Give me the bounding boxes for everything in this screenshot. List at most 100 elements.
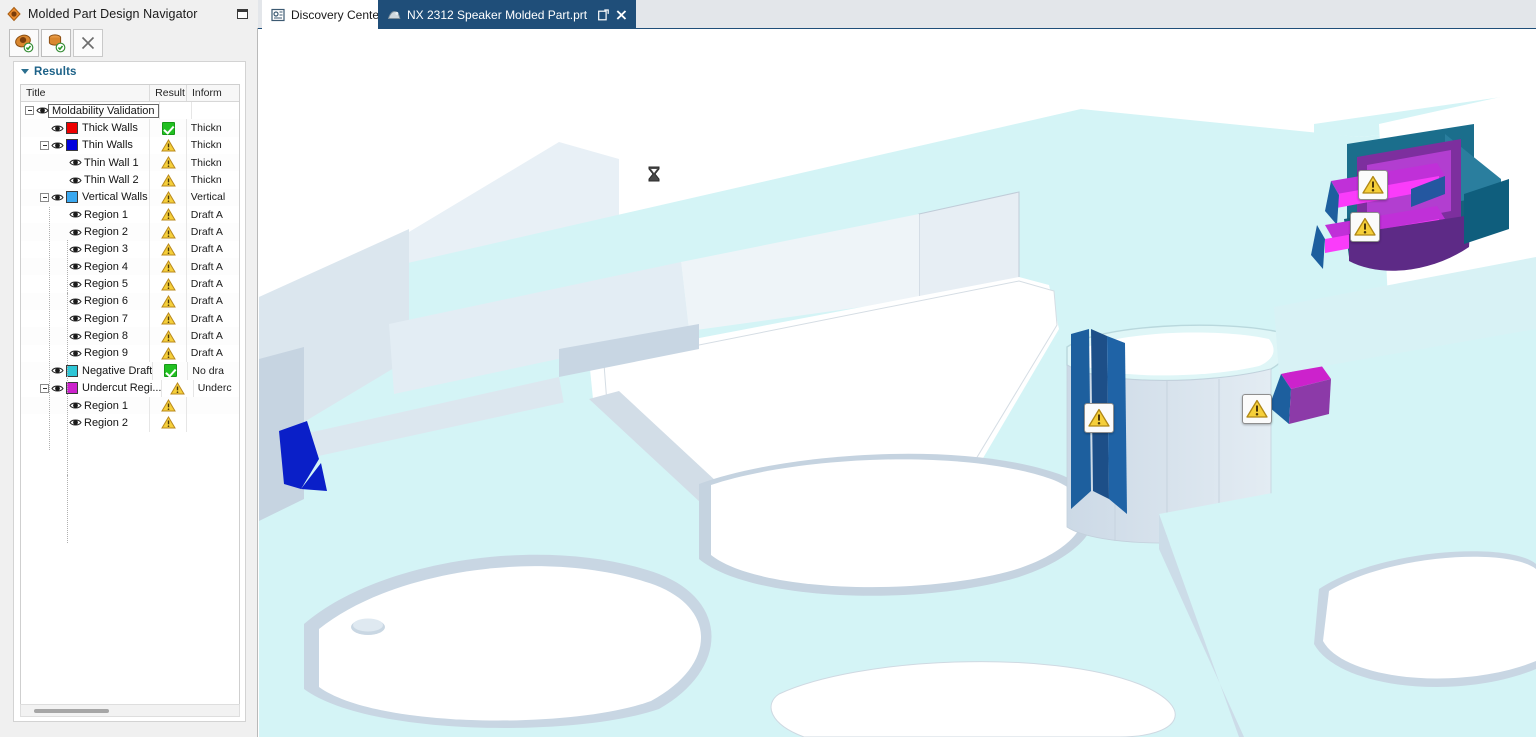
- tab-label: Discovery Center: [291, 8, 383, 22]
- table-row[interactable]: Region 1: [21, 397, 239, 414]
- tree-node-label: Region 2: [84, 226, 128, 238]
- tree-node-title-cell[interactable]: Region 2: [21, 223, 150, 240]
- visibility-eye-icon[interactable]: [69, 174, 82, 187]
- tree-node-title-cell[interactable]: Region 6: [21, 293, 150, 310]
- tree-node-title-cell[interactable]: Region 1: [21, 397, 150, 414]
- tree-node-title-cell[interactable]: Thin Wall 1: [21, 154, 150, 171]
- detach-window-icon[interactable]: [598, 9, 609, 21]
- warning-triangle-icon: [161, 278, 176, 291]
- visibility-eye-icon[interactable]: [69, 243, 82, 256]
- warning-triangle-icon: [161, 312, 176, 325]
- tree-node-title-cell[interactable]: Moldability Validation: [21, 102, 160, 119]
- visibility-eye-icon[interactable]: [51, 122, 64, 135]
- table-row[interactable]: Region 7Draft A: [21, 310, 239, 327]
- table-row[interactable]: Region 6Draft A: [21, 293, 239, 310]
- tree-collapse-icon[interactable]: [40, 193, 49, 202]
- tree-node-title-cell[interactable]: Negative Draft: [21, 362, 153, 379]
- information-cell: Draft A: [187, 258, 239, 275]
- table-row[interactable]: Region 2Draft A: [21, 223, 239, 240]
- tree-node-title-cell[interactable]: Vertical Walls: [21, 189, 150, 206]
- validate-molded-part-button[interactable]: [9, 29, 39, 57]
- tree-node-title-cell[interactable]: Thin Walls: [21, 137, 150, 154]
- results-tree[interactable]: Title Result Inform Moldability Validati…: [20, 84, 240, 715]
- table-row[interactable]: Vertical WallsVertical: [21, 189, 239, 206]
- visibility-eye-icon[interactable]: [51, 139, 64, 152]
- tree-node-title-cell[interactable]: Region 4: [21, 258, 150, 275]
- results-section-header[interactable]: Results: [14, 62, 245, 81]
- table-row[interactable]: Thin Wall 1Thickn: [21, 154, 239, 171]
- visibility-eye-icon[interactable]: [69, 278, 82, 291]
- table-row[interactable]: Thick WallsThickn: [21, 119, 239, 136]
- tree-node-title-cell[interactable]: Region 7: [21, 310, 150, 327]
- warning-marker-undercut-3[interactable]: [1242, 394, 1272, 424]
- warning-triangle-icon: [161, 226, 176, 239]
- 3d-graphics-window[interactable]: [259, 29, 1536, 737]
- tree-collapse-icon[interactable]: [25, 106, 34, 115]
- table-row[interactable]: Region 5Draft A: [21, 275, 239, 292]
- information-cell: [187, 414, 239, 431]
- chevron-down-icon[interactable]: [21, 69, 29, 74]
- validate-mold-core-button[interactable]: [41, 29, 71, 57]
- close-results-button[interactable]: [73, 29, 103, 57]
- close-tab-icon[interactable]: [616, 9, 627, 21]
- tree-node-label: Negative Draft: [82, 365, 152, 377]
- color-swatch[interactable]: [66, 139, 78, 151]
- table-row[interactable]: Region 4 Draft A: [21, 258, 239, 275]
- tree-collapse-icon[interactable]: [40, 384, 49, 393]
- visibility-eye-icon[interactable]: [69, 295, 82, 308]
- molded-part-3d-model: [259, 29, 1536, 737]
- table-row[interactable]: Thin WallsThickn: [21, 137, 239, 154]
- table-row[interactable]: Region 9Draft A: [21, 345, 239, 362]
- tree-collapse-icon[interactable]: [40, 141, 49, 150]
- result-status-cell: [153, 362, 188, 379]
- tree-node-title-cell[interactable]: Thick Walls: [21, 119, 150, 136]
- warning-triangle-icon: [161, 295, 176, 308]
- visibility-eye-icon[interactable]: [69, 416, 82, 429]
- visibility-eye-icon[interactable]: [69, 330, 82, 343]
- color-swatch[interactable]: [66, 122, 78, 134]
- visibility-eye-icon[interactable]: [69, 156, 82, 169]
- warning-triangle-icon: [161, 156, 176, 169]
- visibility-eye-icon[interactable]: [36, 104, 49, 117]
- tree-node-title-cell[interactable]: Undercut Regi...: [21, 380, 162, 397]
- tab-discovery-center[interactable]: Discovery Center: [262, 0, 392, 29]
- visibility-eye-icon[interactable]: [69, 347, 82, 360]
- color-swatch[interactable]: [66, 191, 78, 203]
- horizontal-scrollbar[interactable]: [20, 704, 240, 717]
- table-row[interactable]: Moldability Validation: [21, 102, 239, 119]
- table-row[interactable]: Undercut Regi...Underc: [21, 380, 239, 397]
- tree-node-title-cell[interactable]: Thin Wall 2: [21, 171, 150, 188]
- table-row[interactable]: Region 1Draft A: [21, 206, 239, 223]
- table-row[interactable]: Region 8Draft A: [21, 327, 239, 344]
- tree-node-title-cell[interactable]: Region 8: [21, 327, 150, 344]
- visibility-eye-icon[interactable]: [51, 364, 64, 377]
- tree-node-title-cell[interactable]: Region 9: [21, 345, 150, 362]
- warning-marker-undercut-1[interactable]: [1358, 170, 1388, 200]
- warning-marker-undercut-2[interactable]: [1350, 212, 1380, 242]
- visibility-eye-icon[interactable]: [69, 208, 82, 221]
- discovery-center-icon: [271, 8, 285, 22]
- tree-node-title-cell[interactable]: Region 1: [21, 206, 150, 223]
- visibility-eye-icon[interactable]: [69, 312, 82, 325]
- tree-node-title-cell[interactable]: Region 5: [21, 275, 150, 292]
- table-row[interactable]: Region 3Draft A: [21, 241, 239, 258]
- table-row[interactable]: Thin Wall 2Thickn: [21, 171, 239, 188]
- tab-nx-speaker-molded-part[interactable]: NX 2312 Speaker Molded Part.prt: [378, 0, 636, 29]
- visibility-eye-icon[interactable]: [51, 382, 64, 395]
- column-header-information[interactable]: Inform: [187, 85, 239, 101]
- visibility-eye-icon[interactable]: [69, 260, 82, 273]
- column-header-result[interactable]: Result: [150, 85, 187, 101]
- warning-triangle-icon: [161, 399, 176, 412]
- visibility-eye-icon[interactable]: [69, 399, 82, 412]
- table-row[interactable]: Region 2: [21, 414, 239, 431]
- column-header-title[interactable]: Title: [21, 85, 150, 101]
- tree-node-label: Region 5: [84, 278, 128, 290]
- maximize-window-icon[interactable]: [234, 6, 251, 21]
- visibility-eye-icon[interactable]: [51, 191, 64, 204]
- table-row[interactable]: Negative DraftNo dra: [21, 362, 239, 379]
- visibility-eye-icon[interactable]: [69, 226, 82, 239]
- scrollbar-thumb[interactable]: [34, 709, 109, 713]
- tree-node-title-cell[interactable]: Region 3: [21, 241, 150, 258]
- tree-node-title-cell[interactable]: Region 2: [21, 414, 150, 431]
- warning-marker-thin-wall[interactable]: [1084, 403, 1114, 433]
